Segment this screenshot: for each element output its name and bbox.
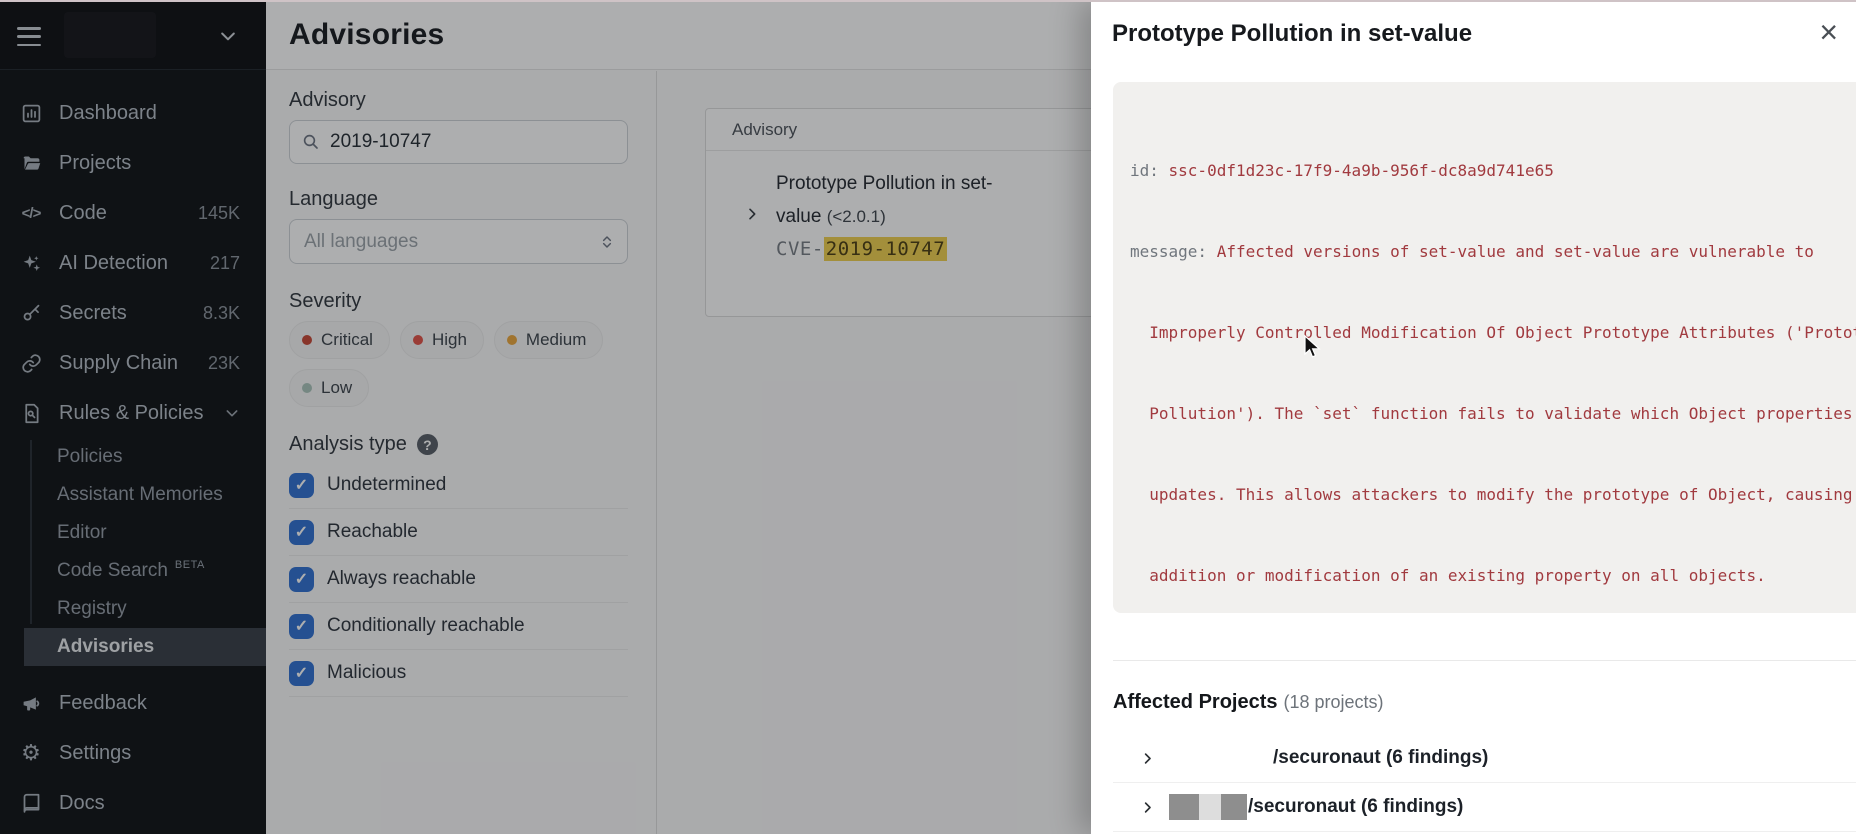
affected-projects-count: (18 projects) — [1284, 692, 1384, 712]
top-border-artifact — [0, 0, 1856, 2]
advisory-yaml-code: id: ssc-0df1d23c-17f9-4a9b-956f-dc8a9d74… — [1113, 82, 1856, 613]
org-name-redacted — [1169, 794, 1247, 820]
advisory-detail-drawer: Prototype Pollution in set-value × id: s… — [1091, 0, 1856, 834]
project-name: /securonaut (6 findings) — [1248, 796, 1463, 818]
close-icon[interactable]: × — [1815, 12, 1842, 52]
app-window: Dashboard Projects </> Code 145K AI Dete… — [0, 0, 1856, 834]
drawer-title: Prototype Pollution in set-value — [1112, 20, 1472, 48]
drawer-backdrop[interactable] — [0, 0, 1091, 834]
expand-chevron-right-icon[interactable] — [1140, 800, 1155, 815]
project-row[interactable]: /securonaut (6 findings) — [1113, 783, 1856, 832]
expand-chevron-right-icon[interactable] — [1140, 751, 1155, 766]
org-name-redacted — [1169, 745, 1273, 771]
affected-projects-heading: Affected Projects(18 projects) — [1113, 691, 1384, 714]
section-divider — [1113, 660, 1856, 661]
project-row[interactable]: /securonaut (6 findings) — [1113, 734, 1856, 783]
affected-projects-list: /securonaut (6 findings) /securonaut (6 … — [1113, 734, 1856, 832]
project-name: /securonaut (6 findings) — [1273, 747, 1488, 769]
